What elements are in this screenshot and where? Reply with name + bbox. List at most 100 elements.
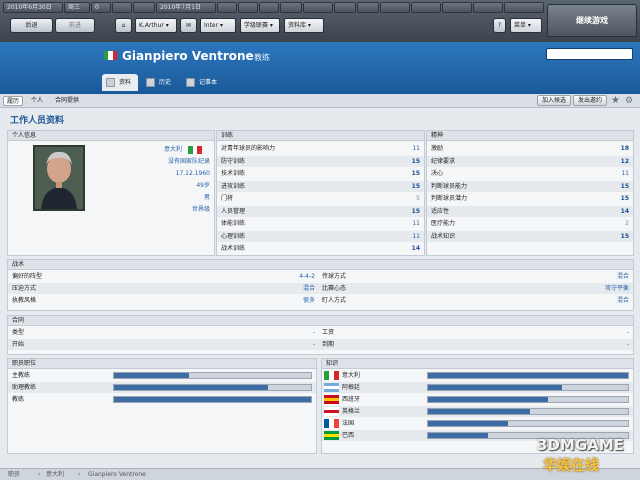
national-team-value: 没有国家队纪录 (167, 158, 210, 165)
empty-cell-4 (238, 2, 258, 13)
help-button[interactable]: ? (493, 18, 506, 33)
history-icon (146, 78, 155, 87)
mental-attr-value: 15 (620, 232, 629, 240)
training-attr-value: 15 (411, 170, 420, 177)
language-bar (427, 384, 629, 391)
subtab-contract-offer[interactable]: 合同提供 (52, 96, 82, 106)
language-flag-icon (324, 395, 339, 404)
world-dropdown-label: 学级联赛 (244, 22, 269, 29)
offer-button[interactable]: 发出邀约 (573, 95, 608, 106)
mental-attr-value: 15 (620, 195, 629, 202)
position-bar-fill (114, 397, 311, 402)
empty-cell-6 (280, 2, 302, 13)
training-attr-label: 战术训练 (221, 245, 246, 252)
inbox-button[interactable]: ✉ (180, 18, 197, 33)
tactics-label: 比赛心态 (322, 285, 347, 292)
empty-cell-2 (133, 2, 155, 13)
empty-cell-12 (442, 2, 472, 13)
language-flag-icon (324, 431, 339, 440)
training-attr-label: 体能训练 (221, 220, 246, 227)
subtab-personal[interactable]: 个人 (28, 96, 46, 106)
empty-cell-10 (380, 2, 410, 13)
tab-profile[interactable]: 资料 (102, 74, 138, 91)
personal-info-panel: 个人信息 意大利 没有国家队纪录 17.12.1960 49岁 男 世界级 (7, 130, 215, 256)
breadcrumb-nation[interactable]: 意大利 (46, 469, 64, 480)
language-row: 阿根廷 (322, 382, 633, 393)
watermark-text: 3DMGAME (537, 436, 624, 454)
tab-notebook[interactable]: 记事本 (182, 74, 226, 91)
tab-history[interactable]: 历史 (142, 74, 178, 91)
training-attr-value: 5 (416, 195, 420, 202)
mental-attr-value: 18 (620, 145, 629, 152)
tactics-row: 偏好的阵型 4-4-2 传球方式 混合 (8, 271, 633, 282)
italy-flag-icon (104, 51, 117, 60)
training-attr-value: 15 (411, 182, 420, 190)
breadcrumb-staff[interactable]: 职员 (8, 469, 20, 480)
language-row: 英格兰 (322, 406, 633, 417)
date-cell: 2010年6月30日 (3, 2, 63, 13)
tactics-label: 盯人方式 (322, 297, 347, 304)
back-button[interactable]: 后退 (10, 18, 53, 33)
mental-attr-label: 医疗能力 (431, 220, 456, 227)
position-bar (113, 396, 312, 403)
subtab-history[interactable]: 履历 (3, 96, 24, 106)
database-dropdown[interactable]: 资料库 ▾ (284, 18, 324, 33)
forward-button[interactable]: 前进 (55, 18, 95, 33)
week-cell: 周三 (64, 2, 90, 13)
continue-button[interactable]: 继续游戏 (547, 4, 637, 37)
language-row: 西班牙 (322, 394, 633, 405)
gear-icon[interactable]: ⚙ (625, 96, 633, 106)
nationality-row: 意大利 (8, 144, 204, 155)
star-icon[interactable]: ★ (611, 95, 620, 106)
mental-attr-value: 12 (620, 157, 629, 165)
score-cell: 0 (91, 2, 111, 13)
mail-icon: ✉ (185, 22, 192, 29)
menu-dropdown[interactable]: 菜单 ▾ (510, 18, 542, 33)
mental-attr-row: 医疗能力 2 (427, 218, 633, 229)
tab-history-label: 历史 (159, 79, 172, 86)
birthdate-value: 17.12.1960 (175, 170, 210, 177)
search-input[interactable] (546, 48, 633, 60)
mental-attr-row: 决心 11 (427, 168, 633, 179)
training-attr-value: 11 (412, 145, 420, 152)
tactics-value: 很多 (302, 297, 315, 304)
nationality-value[interactable]: 意大利 (164, 144, 182, 155)
language-row: 法国 (322, 418, 633, 429)
training-attr-label: 进攻训练 (221, 182, 246, 190)
tactics-label: 传球方式 (322, 273, 347, 280)
italy-flag-icon (188, 146, 203, 154)
contract-value: - (312, 329, 315, 336)
mental-attr-row: 判断球员潜力 15 (427, 193, 633, 204)
breadcrumb-person: Gianpiero Ventrone (88, 471, 146, 478)
mental-attr-value: 2 (625, 220, 629, 227)
positions-panel: 职员职位 主教练 助理教练 教练 (7, 358, 317, 454)
contract-label: 开始 (12, 341, 25, 348)
position-label: 助理教练 (12, 384, 37, 391)
mental-attr-row: 激励 18 (427, 143, 633, 154)
contract-value: - (626, 329, 629, 336)
language-bar-fill (428, 409, 530, 414)
manager-dropdown[interactable]: K.Arthur ▾ (135, 18, 177, 33)
tactics-label: 执教风格 (12, 297, 37, 304)
language-label: 巴西 (342, 432, 355, 439)
empty-cell-13 (473, 2, 503, 13)
mental-panel: 精神 激励 18 纪律要求 12 决心 11 判断球员能力 15 判断球员潜力 15 适应性 14 医疗… (426, 130, 634, 256)
shortlist-button[interactable]: 加入候选 (537, 95, 572, 106)
reputation-row: 世界级 (8, 204, 214, 215)
language-row: 意大利 (322, 370, 633, 381)
empty-cell-9 (357, 2, 379, 13)
language-flag-icon (324, 407, 339, 416)
language-bar-fill (428, 433, 488, 438)
world-dropdown[interactable]: 学级联赛 ▾ (240, 18, 280, 33)
training-attr-row: 防守训练 15 (217, 155, 424, 167)
club-dropdown[interactable]: Inter ▾ (200, 18, 236, 33)
mental-attr-label: 判断球员能力 (431, 182, 468, 190)
contract-row: 类型 - 工资 - (8, 327, 633, 338)
tactics-value: 混合 (616, 273, 629, 280)
home-button[interactable]: ⌂ (115, 18, 132, 33)
language-bar (427, 408, 629, 415)
sub-nav-bar: 履历 个人 合同提供 加入候选 发出邀约 (0, 94, 640, 108)
mental-attr-value: 14 (620, 207, 629, 215)
contract-row: 开始 - 到期 - (8, 339, 633, 350)
birthdate-row: 17.12.1960 (8, 168, 214, 179)
